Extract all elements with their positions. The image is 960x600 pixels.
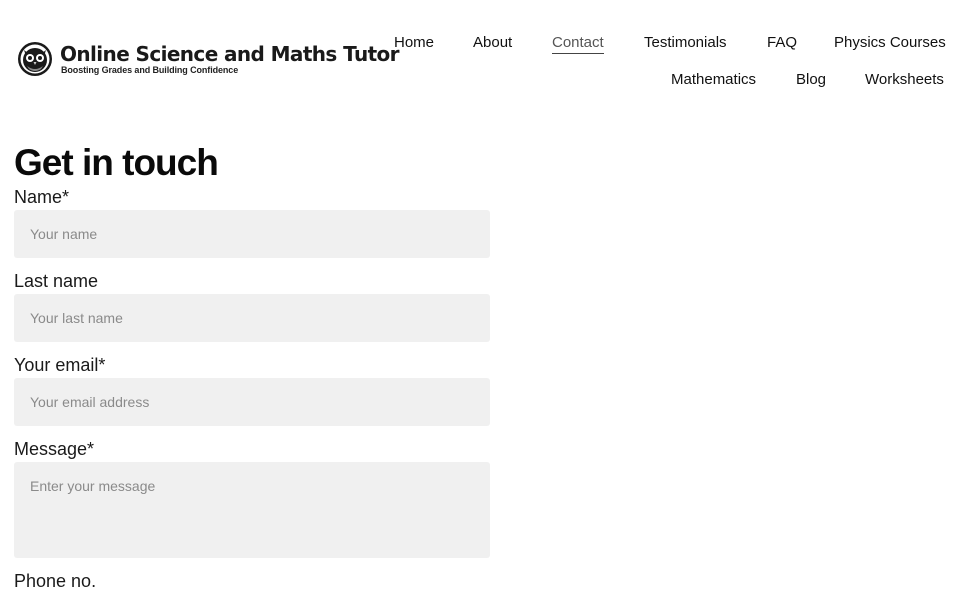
name-label: Name* [14,187,70,207]
email-label: Your email* [14,355,106,375]
phone-label: Phone no. [14,571,97,591]
phone-field-group: Phone no. [14,570,490,592]
nav-home[interactable]: Home [394,34,434,52]
owl-emblem-icon [18,42,52,76]
last-name-label: Last name [14,271,99,291]
page-title: Get in touch [14,142,219,183]
brand-title: Online Science and Maths Tutor [60,42,400,66]
message-textarea[interactable] [14,462,490,558]
brand-tagline: Boosting Grades and Building Confidence [61,65,239,75]
email-input[interactable] [14,378,490,426]
message-field-group: Message* [14,438,490,558]
name-input[interactable] [14,210,490,258]
nav-faq[interactable]: FAQ [767,34,797,52]
last-name-input[interactable] [14,294,490,342]
message-label: Message* [14,439,95,459]
nav-contact[interactable]: Contact [552,34,604,54]
site-header: Online Science and Maths Tutor Boosting … [0,0,960,110]
last-name-field-group: Last name [14,270,490,342]
email-field-group: Your email* [14,354,490,426]
site-logo[interactable]: Online Science and Maths Tutor Boosting … [16,40,400,78]
nav-physics-courses[interactable]: Physics Courses [834,34,946,52]
contact-form: Get in touch Name* Last name Your email*… [14,140,490,600]
nav-blog[interactable]: Blog [796,71,826,89]
name-field-group: Name* [14,186,490,258]
nav-about[interactable]: About [473,34,512,52]
nav-mathematics[interactable]: Mathematics [671,71,756,89]
nav-worksheets[interactable]: Worksheets [865,71,944,89]
nav-testimonials[interactable]: Testimonials [644,34,727,52]
